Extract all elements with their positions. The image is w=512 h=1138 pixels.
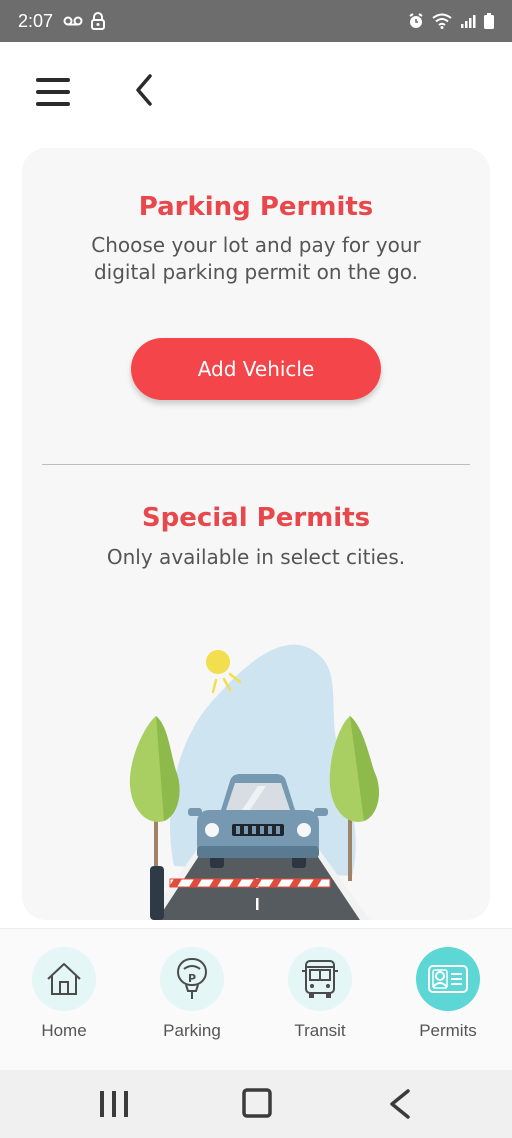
status-right-icons xyxy=(408,13,494,29)
app-bar xyxy=(0,42,512,138)
back-button[interactable] xyxy=(130,70,160,110)
tab-permits[interactable]: Permits xyxy=(398,947,498,1057)
wifi-icon xyxy=(432,13,452,29)
home-square-icon xyxy=(242,1088,272,1118)
id-card-icon xyxy=(428,965,468,993)
back-chevron-icon xyxy=(390,1089,410,1119)
menu-icon xyxy=(36,78,72,106)
voicemail-icon xyxy=(63,16,83,26)
tab-home-label: Home xyxy=(41,1021,87,1040)
parking-permits-description-line1: Choose your lot and pay for your xyxy=(91,233,421,257)
special-permits-title: Special Permits xyxy=(141,503,371,533)
tab-transit[interactable]: Transit xyxy=(270,947,370,1057)
battery-icon xyxy=(484,13,494,29)
signal-icon xyxy=(461,15,476,28)
barrier-post xyxy=(150,866,164,920)
tab-transit-label: Transit xyxy=(294,1021,346,1040)
status-time: 2:07 xyxy=(18,10,54,31)
system-back-button[interactable] xyxy=(380,1086,420,1122)
menu-button[interactable] xyxy=(36,78,72,108)
tab-parking[interactable]: P Parking xyxy=(142,947,242,1057)
bottom-tab-bar: Home P Parking Transit Permits xyxy=(0,928,512,1070)
bus-icon xyxy=(302,960,338,998)
tab-parking-label: Parking xyxy=(163,1021,221,1040)
alarm-icon xyxy=(409,13,423,28)
add-vehicle-button[interactable]: Add Vehicle xyxy=(131,338,381,400)
parking-permits-title: Parking Permits xyxy=(138,192,374,222)
tree-left xyxy=(129,716,180,881)
parking-permits-description-line2: digital parking permit on the go. xyxy=(93,260,419,284)
tab-permits-label: Permits xyxy=(419,1021,477,1040)
section-divider xyxy=(42,464,470,465)
status-bar: 2:07 xyxy=(0,0,512,42)
tab-home[interactable]: Home xyxy=(14,947,114,1057)
system-home-button[interactable] xyxy=(236,1086,276,1122)
parking-meter-icon: P xyxy=(177,958,207,999)
recents-icon xyxy=(100,1091,128,1117)
permits-card: Parking Permits Choose your lot and pay … xyxy=(22,148,490,920)
special-permits-description: Only available in select cities. xyxy=(106,545,406,569)
recents-button[interactable] xyxy=(94,1086,134,1122)
barrier-gate xyxy=(169,878,331,888)
svg-text:P: P xyxy=(188,972,196,985)
system-nav-bar xyxy=(0,1070,512,1138)
status-left-icons xyxy=(63,12,106,30)
back-arrow-icon xyxy=(136,74,152,106)
house-icon xyxy=(47,963,81,995)
lock-icon xyxy=(91,12,106,30)
app-screen: 2:07 Parking Permits Choose your lot and… xyxy=(0,0,512,1138)
car-at-parking-gate-illustration xyxy=(129,644,379,920)
